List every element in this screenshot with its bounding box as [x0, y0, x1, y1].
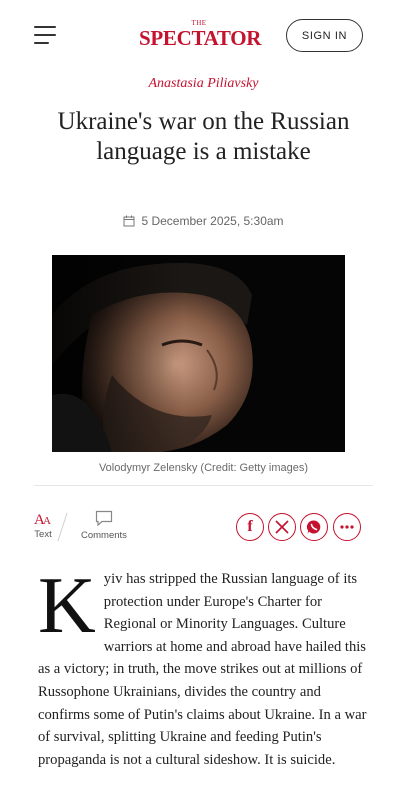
svg-text:A: A	[43, 515, 51, 526]
comment-bubble-icon	[95, 510, 113, 527]
more-icon	[340, 525, 354, 529]
spectator-logo[interactable]: THE SPECTATOR	[139, 20, 262, 52]
photo-caption: Volodymyr Zelensky (Credit: Getty images…	[98, 462, 309, 474]
logo-wordmark: SPECTATOR	[139, 26, 262, 50]
hamburger-menu-icon[interactable]	[34, 26, 56, 44]
share-more-button[interactable]	[333, 513, 361, 541]
share-x-button[interactable]	[268, 513, 296, 541]
text-size-button[interactable]: A A Text	[34, 510, 52, 540]
calendar-icon	[123, 215, 135, 227]
hero-photo-art	[52, 255, 345, 452]
facebook-icon: f	[247, 518, 253, 535]
comments-label: Comments	[81, 530, 127, 541]
x-icon	[275, 520, 289, 534]
divider	[34, 485, 373, 486]
site-header: THE SPECTATOR SIGN IN	[0, 0, 407, 72]
share-facebook-button[interactable]: f	[236, 513, 264, 541]
article-body: Kyiv has stripped the Russian language o…	[38, 562, 368, 771]
comments-button[interactable]: Comments	[81, 510, 127, 541]
publish-date: 5 December 2025, 5:30am	[0, 214, 407, 228]
share-whatsapp-button[interactable]	[300, 513, 328, 541]
whatsapp-icon	[306, 520, 321, 534]
text-size-label: Text	[34, 529, 52, 540]
hero-photo	[52, 255, 345, 452]
drop-cap: K	[38, 562, 96, 650]
sign-in-button[interactable]: SIGN IN	[286, 19, 363, 52]
publish-date-text: 5 December 2025, 5:30am	[141, 214, 284, 228]
toolbar-separator	[57, 512, 68, 542]
article-headline: Ukraine's war on the Russian language is…	[57, 108, 350, 165]
text-size-icon: A A	[34, 512, 51, 526]
author-link[interactable]: Anastasia Piliavsky	[0, 76, 407, 92]
